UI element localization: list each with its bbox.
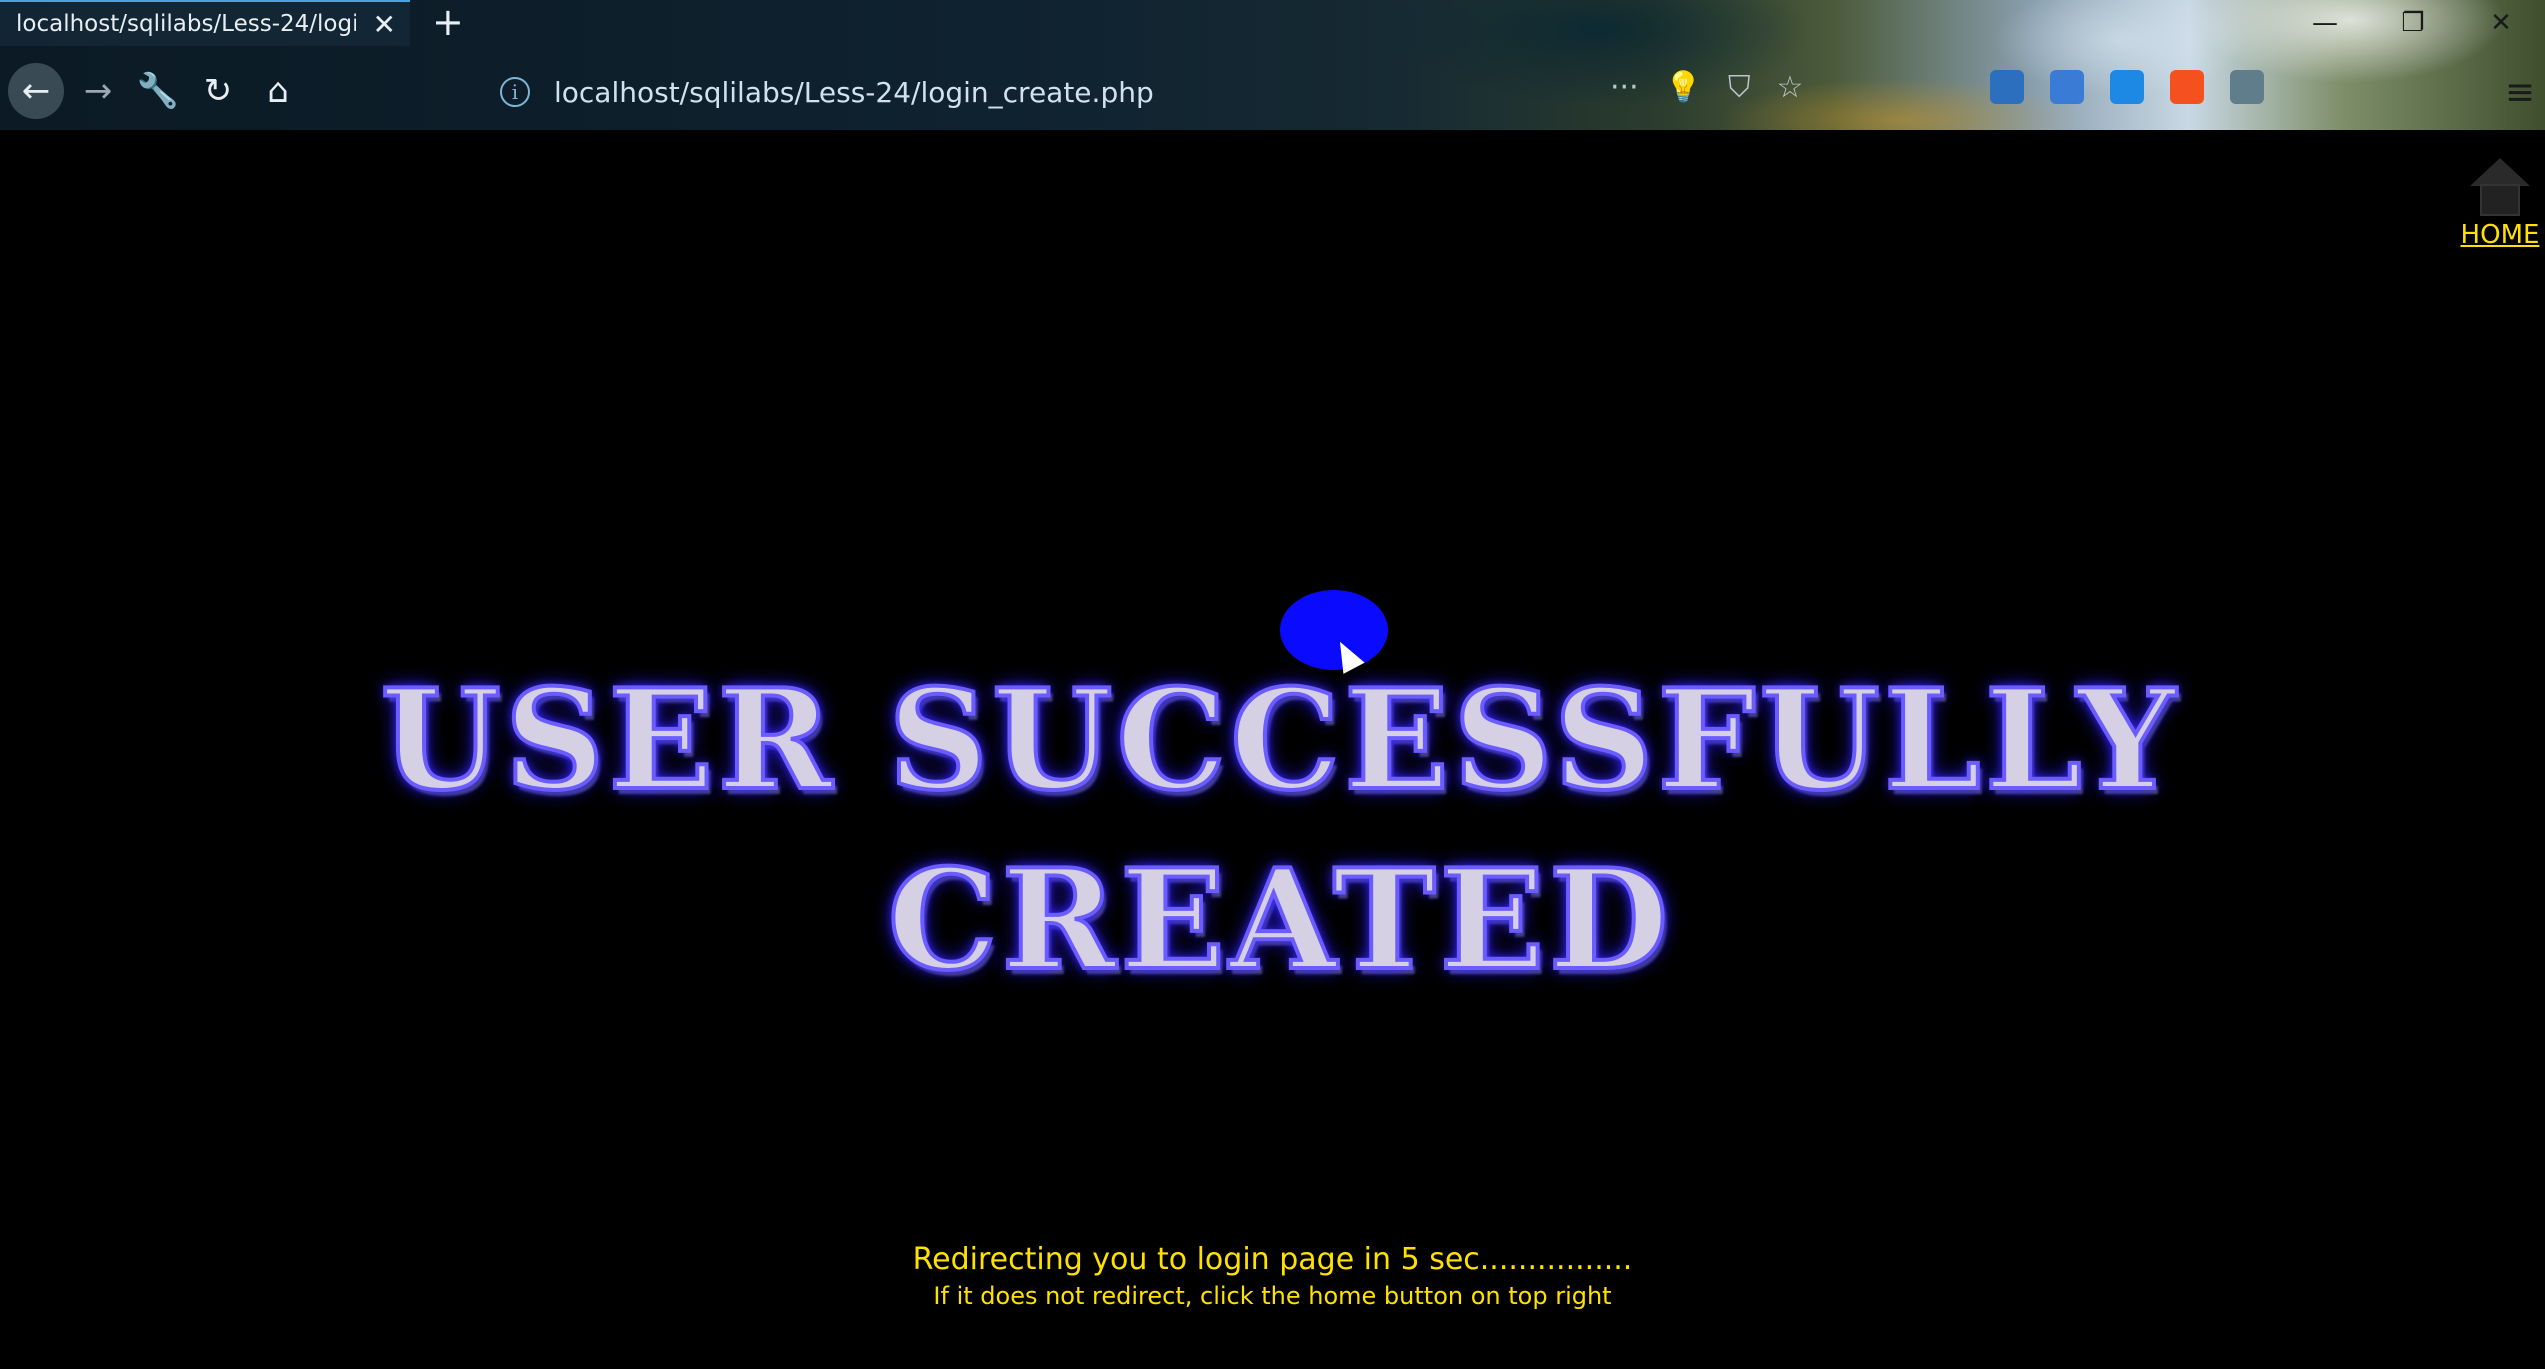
tab-close-icon[interactable]: ✕ (373, 8, 396, 41)
headline-line-2: CREATED (886, 836, 1673, 1003)
home-link[interactable]: HOME (2455, 158, 2545, 250)
extension-icon[interactable] (2230, 70, 2264, 104)
page-content: HOME USER SUCCESSFULLY CREATED Redirecti… (0, 130, 2545, 1369)
restore-button[interactable]: ❐ (2369, 0, 2457, 46)
window-controls: — ❐ ✕ (2281, 0, 2545, 46)
bookmark-star-icon[interactable]: ☆ (1776, 70, 1803, 105)
info-icon[interactable]: i (500, 77, 530, 107)
home-button[interactable]: ⌂ (250, 63, 306, 119)
lightbulb-icon[interactable]: 💡 (1665, 70, 1702, 105)
pocket-icon[interactable]: ⛉ (1728, 70, 1751, 105)
extension-toolbar (1990, 70, 2264, 104)
house-body (2480, 184, 2520, 216)
extension-icon[interactable] (2170, 70, 2204, 104)
house-icon[interactable] (2465, 158, 2535, 218)
success-headline: USER SUCCESSFULLY CREATED (150, 650, 2410, 1010)
extension-icon[interactable] (2110, 70, 2144, 104)
page-actions: ··· 💡 ⛉ ☆ (1610, 70, 1803, 105)
browser-chrome: localhost/sqlilabs/Less-24/login_create.… (0, 0, 2545, 130)
url-bar[interactable]: i localhost/sqlilabs/Less-24/login_creat… (500, 66, 1660, 118)
back-button[interactable]: ← (8, 63, 64, 119)
wrench-icon[interactable]: 🔧 (130, 63, 186, 119)
close-window-button[interactable]: ✕ (2457, 0, 2545, 46)
tab-title: localhost/sqlilabs/Less-24/login_create.… (16, 11, 356, 37)
extension-icon[interactable] (1990, 70, 2024, 104)
headline-line-1: USER SUCCESSFULLY (378, 656, 2180, 823)
reload-button[interactable]: ↻ (190, 63, 246, 119)
redirect-message: Redirecting you to login page in 5 sec..… (0, 1240, 2545, 1312)
navigation-bar: ← → 🔧 ↻ ⌂ i localhost/sqlilabs/Less-24/l… (0, 58, 2545, 128)
new-tab-button[interactable]: + (432, 2, 464, 42)
url-text[interactable]: localhost/sqlilabs/Less-24/login_create.… (554, 76, 1154, 109)
hamburger-menu-icon[interactable]: ≡ (2505, 72, 2535, 113)
home-link-text[interactable]: HOME (2455, 220, 2545, 250)
minimize-button[interactable]: — (2281, 0, 2369, 46)
extension-icon[interactable] (2050, 70, 2084, 104)
house-roof (2470, 158, 2530, 186)
tab-bar: localhost/sqlilabs/Less-24/login_create.… (0, 0, 2545, 46)
forward-button[interactable]: → (70, 63, 126, 119)
tab-active[interactable]: localhost/sqlilabs/Less-24/login_create.… (0, 0, 410, 46)
redirect-hint: If it does not redirect, click the home … (933, 1282, 1612, 1310)
redirect-countdown: Redirecting you to login page in 5 sec..… (912, 1242, 1633, 1277)
more-actions-icon[interactable]: ··· (1610, 70, 1639, 105)
